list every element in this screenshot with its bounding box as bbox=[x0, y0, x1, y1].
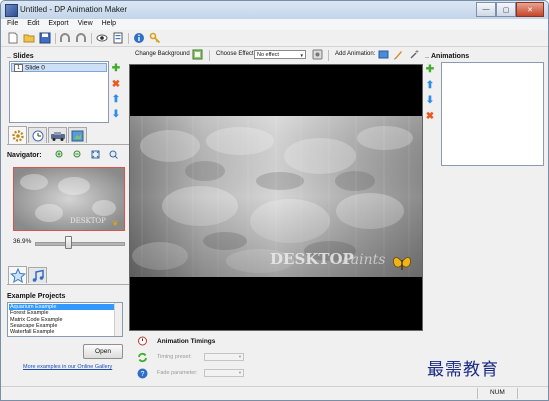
animations-list[interactable] bbox=[441, 62, 544, 166]
add-animation-label: Add Animation: bbox=[335, 51, 376, 57]
left-panel: Slides 1 Slide 0 ✚ ✖ ⬆ ⬇ Navigator: DESK… bbox=[7, 48, 129, 378]
animation-move-up-icon[interactable]: ⬆ bbox=[425, 81, 435, 91]
change-background-label[interactable]: Change Background bbox=[135, 51, 190, 57]
svg-text:❦: ❦ bbox=[112, 219, 119, 228]
navigator-preview-image: DESKTOP ❦ bbox=[14, 168, 124, 230]
move-up-icon[interactable]: ⬆ bbox=[111, 95, 121, 105]
refresh-arrows-icon bbox=[138, 352, 147, 363]
app-icon bbox=[5, 4, 18, 17]
music-note-icon bbox=[32, 269, 44, 282]
window-title: Untitled - DP Animation Maker bbox=[20, 5, 128, 14]
online-gallery-link[interactable]: More examples in our Online Gallery bbox=[23, 364, 112, 370]
tab-clock[interactable] bbox=[28, 127, 47, 143]
slide-canvas[interactable]: DESKTOP Paints bbox=[129, 64, 423, 331]
num-lock-indicator: NUM bbox=[490, 389, 505, 396]
save-icon[interactable] bbox=[39, 32, 51, 44]
menu-bar: File Edit Export View Help bbox=[1, 19, 548, 30]
page-watermark: 最需教育 bbox=[427, 360, 499, 380]
tab-music[interactable] bbox=[28, 267, 47, 283]
background-texture: DESKTOP Paints bbox=[130, 116, 422, 277]
choose-effect-label: Choose Effect: bbox=[216, 51, 256, 57]
timer-icon bbox=[138, 336, 147, 346]
timing-preset-select[interactable] bbox=[204, 353, 244, 361]
preview-eye-icon[interactable] bbox=[96, 32, 108, 44]
title-bar: Untitled - DP Animation Maker — ▢ ✕ bbox=[1, 1, 548, 20]
effect-select[interactable]: No effect bbox=[254, 50, 306, 60]
info-icon[interactable] bbox=[133, 32, 145, 44]
clock-icon bbox=[32, 130, 44, 142]
slides-title: Slides bbox=[13, 53, 34, 60]
delete-animation-icon[interactable]: ✖ bbox=[425, 112, 435, 122]
maximize-button[interactable]: ▢ bbox=[496, 2, 516, 17]
add-animation-icon[interactable]: ✚ bbox=[425, 65, 435, 75]
export-icon[interactable] bbox=[112, 32, 124, 44]
open-button[interactable]: Open bbox=[83, 344, 123, 359]
zoom-out-icon[interactable] bbox=[73, 150, 82, 159]
export-image-icon bbox=[71, 130, 84, 142]
navigator-watermark: DESKTOP bbox=[70, 217, 106, 225]
svg-text:?: ? bbox=[141, 371, 145, 378]
new-file-icon[interactable] bbox=[7, 32, 19, 44]
redo-icon[interactable] bbox=[75, 32, 87, 44]
actual-size-icon[interactable] bbox=[109, 150, 118, 159]
navigator-label: Navigator: bbox=[7, 152, 42, 159]
slides-list[interactable]: 1 Slide 0 bbox=[9, 61, 109, 123]
delete-slide-icon[interactable]: ✖ bbox=[111, 80, 121, 90]
add-image-animation-icon[interactable] bbox=[378, 49, 389, 60]
open-folder-icon[interactable] bbox=[23, 32, 35, 44]
menu-file[interactable]: File bbox=[1, 19, 21, 27]
move-down-icon[interactable]: ⬇ bbox=[111, 110, 121, 120]
key-icon[interactable] bbox=[149, 32, 161, 44]
zoom-slider-thumb[interactable] bbox=[65, 236, 72, 249]
status-bar: NUM bbox=[1, 386, 548, 400]
right-panel: ✚ ⬆ ⬇ ✖ bbox=[425, 48, 544, 378]
navigator-thumbnail[interactable]: DESKTOP ❦ bbox=[13, 167, 125, 231]
close-button[interactable]: ✕ bbox=[516, 2, 544, 17]
app-window: Untitled - DP Animation Maker — ▢ ✕ File… bbox=[0, 0, 549, 401]
animation-move-down-icon[interactable]: ⬇ bbox=[425, 96, 435, 106]
tool-tab-row bbox=[7, 126, 129, 145]
slide-item[interactable]: 1 Slide 0 bbox=[11, 63, 107, 72]
brush-icon[interactable] bbox=[393, 49, 404, 60]
zoom-value: 36.9% bbox=[13, 238, 32, 245]
example-projects-list[interactable]: Aquarium Example Forest Example Matrix C… bbox=[7, 302, 123, 337]
car-icon bbox=[51, 132, 65, 141]
main-toolbar bbox=[1, 30, 548, 47]
example-projects-label: Example Projects bbox=[7, 293, 66, 300]
gear-icon bbox=[12, 130, 24, 142]
tab-gear[interactable] bbox=[8, 126, 27, 144]
tab-export[interactable] bbox=[68, 127, 87, 143]
menu-edit[interactable]: Edit bbox=[21, 19, 42, 27]
undo-icon[interactable] bbox=[59, 32, 71, 44]
menu-export[interactable]: Export bbox=[42, 19, 71, 27]
list-scrollbar[interactable] bbox=[114, 303, 122, 336]
background-image: DESKTOP Paints bbox=[130, 116, 422, 277]
tab-examples[interactable] bbox=[8, 266, 27, 284]
timing-preset-label: Timing preset: bbox=[157, 354, 192, 360]
fade-parameter-label: Fade parameter: bbox=[157, 370, 198, 376]
fit-to-window-icon[interactable] bbox=[91, 150, 100, 159]
fade-parameter-select[interactable] bbox=[204, 369, 244, 377]
zoom-slider-track[interactable] bbox=[35, 242, 125, 246]
animation-timings-panel: Animation Timings Timing preset: ? Fade … bbox=[129, 331, 423, 386]
menu-view[interactable]: View bbox=[72, 19, 96, 27]
slide-label: Slide 0 bbox=[25, 64, 45, 72]
menu-help[interactable]: Help bbox=[96, 19, 119, 27]
help-icon[interactable]: ? bbox=[137, 368, 148, 379]
change-background-icon[interactable] bbox=[192, 49, 203, 60]
library-tab-row bbox=[7, 266, 129, 285]
minimize-button[interactable]: — bbox=[476, 2, 496, 17]
canvas-watermark-script: Paints bbox=[341, 252, 385, 268]
star-icon bbox=[10, 267, 26, 284]
effect-settings-icon[interactable] bbox=[312, 49, 323, 60]
zoom-in-icon[interactable] bbox=[55, 150, 64, 159]
canvas-toolbar: Change Background Choose Effect: No effe… bbox=[129, 48, 423, 62]
tab-car[interactable] bbox=[48, 127, 67, 143]
animation-timings-title: Animation Timings bbox=[157, 338, 216, 345]
slide-number: 1 bbox=[14, 64, 23, 72]
list-item[interactable]: Waterfall Example bbox=[9, 329, 114, 335]
add-slide-icon[interactable]: ✚ bbox=[111, 64, 121, 74]
sparkle-tool-icon[interactable] bbox=[409, 49, 420, 60]
